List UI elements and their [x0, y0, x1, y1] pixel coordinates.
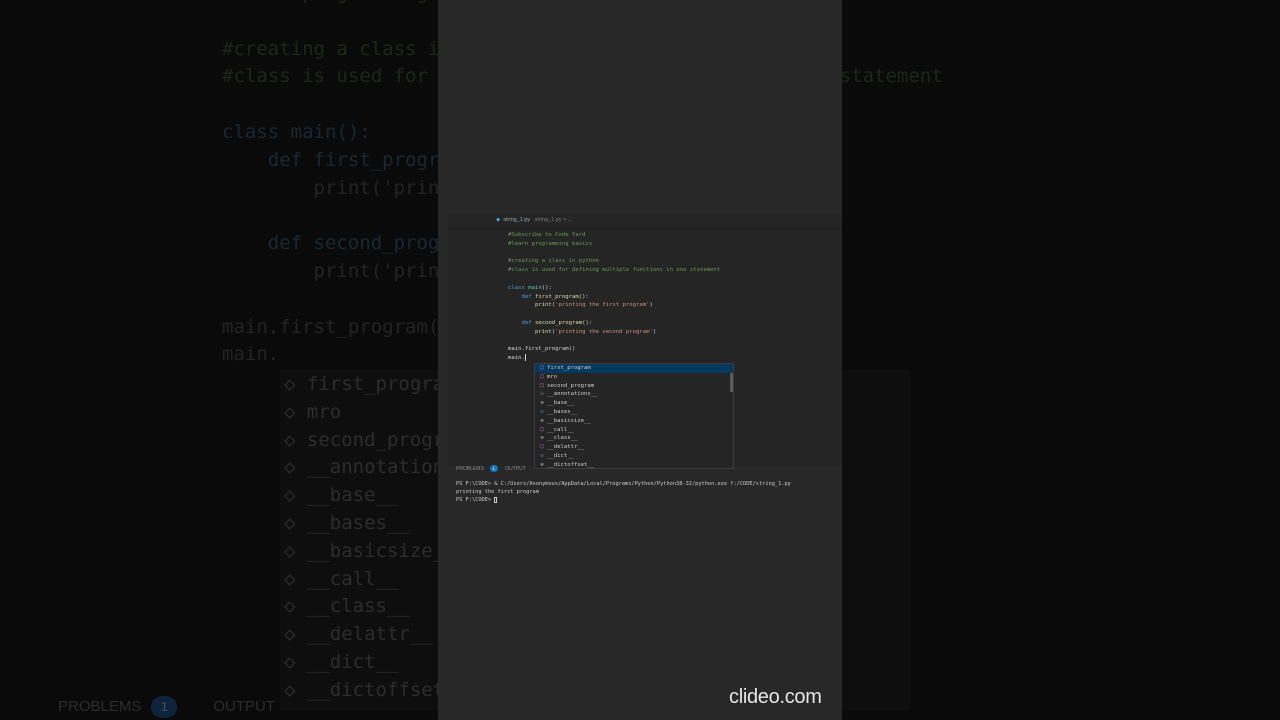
breadcrumb: string_1.py > ... — [534, 217, 573, 223]
wrench-icon: ⚒ — [540, 435, 544, 442]
wrench-icon: ⚒ — [540, 400, 544, 407]
panel-tabs: PROBLEMS 1 OUTPUT — [456, 465, 836, 475]
watermark: clideo.com — [729, 686, 822, 708]
suggestion-item-call[interactable]: ⬡ __call__ — [535, 426, 733, 435]
code-line[interactable]: def first_program(): — [508, 293, 838, 302]
suggestion-item-mro[interactable]: ⬡ mro — [535, 373, 733, 382]
cube-icon: ⬡ — [539, 444, 545, 451]
code-content[interactable]: #Subscribe to Code Yard #learn programmin… — [508, 231, 838, 363]
python-file-icon: ◆ — [496, 217, 501, 223]
field-icon: ⚇ — [540, 452, 544, 459]
suggestion-item-first-program[interactable]: ⬡ first_program — [535, 364, 733, 373]
code-line[interactable]: main.first_program() — [508, 345, 838, 354]
suggestion-item-base[interactable]: ⚒ __base__ — [535, 399, 733, 408]
cube-icon: ⬡ — [539, 373, 545, 380]
autocomplete-dropdown[interactable]: ⬡ first_program ⬡ mro ⬡ second_program ⚇ __anno… — [534, 363, 734, 469]
code-line[interactable] — [508, 337, 838, 346]
terminal-line: printing the first program — [456, 489, 539, 495]
suggestion-item-dict[interactable]: ⚇ __dict__ — [535, 452, 733, 461]
code-line[interactable]: def second_program(): — [508, 319, 838, 328]
cube-icon: ⬡ — [539, 365, 545, 371]
suggestion-label: first_program — [547, 365, 591, 371]
cube-icon: ⬡ — [539, 426, 545, 433]
suggestion-item-annotations[interactable]: ⚇ __annotations__ — [535, 390, 733, 399]
tab-label: string_1.py — [503, 217, 531, 223]
suggestion-label: __dict__ — [547, 452, 574, 459]
suggestion-label: __annotations__ — [547, 391, 598, 398]
tab-output[interactable]: OUTPUT — [505, 466, 526, 472]
suggestion-label: __bases__ — [547, 408, 578, 415]
suggestion-item-delattr[interactable]: ⬡ __delattr__ — [535, 443, 733, 452]
code-line[interactable]: #Subscribe to Code Yard — [508, 231, 838, 240]
suggestion-label: __base__ — [547, 400, 574, 407]
code-line[interactable] — [508, 249, 838, 258]
problems-badge: 1 — [489, 465, 498, 472]
video-frame: ◆ string_1.py string_1.py > ... #Subscrib… — [438, 0, 842, 720]
tab-string-1[interactable]: ◆ string_1.py string_1.py > ... — [496, 217, 572, 223]
terminal-output[interactable]: PS F:\CODE> & C:/Users/Anonymous/AppData… — [456, 480, 836, 504]
suggestion-label: __call__ — [547, 426, 574, 433]
suggestion-label: __basicsize__ — [547, 417, 591, 424]
suggestion-label: __class__ — [547, 435, 578, 442]
suggestion-item-class[interactable]: ⚒ __class__ — [535, 434, 733, 443]
suggestion-label: second_program — [547, 382, 595, 389]
text-caret — [524, 354, 526, 362]
code-line[interactable]: class main(): — [508, 284, 838, 293]
code-line[interactable]: #learn programming basics — [508, 240, 838, 249]
code-line[interactable]: print('printing the second program') — [508, 328, 838, 337]
code-line[interactable]: #class is used for defining multiple fun… — [508, 266, 838, 275]
field-icon: ⚇ — [540, 391, 544, 398]
code-line[interactable]: main. — [508, 354, 838, 363]
suggestion-item-bases[interactable]: ⚇ __bases__ — [535, 408, 733, 417]
code-line[interactable] — [508, 275, 838, 284]
suggestion-label: mro — [547, 373, 558, 380]
field-icon: ⚇ — [540, 408, 544, 415]
code-line[interactable] — [508, 310, 838, 319]
suggestion-item-second-program[interactable]: ⬡ second_program — [535, 382, 733, 391]
wrench-icon: ⚒ — [540, 417, 544, 424]
code-editor[interactable]: ◆ string_1.py string_1.py > ... #Subscrib… — [448, 214, 842, 469]
tab-problems[interactable]: PROBLEMS — [456, 466, 484, 472]
editor-tabbar: ◆ string_1.py string_1.py > ... — [448, 214, 842, 230]
suggestion-item-basicsize[interactable]: ⚒ __basicsize__ — [535, 417, 733, 426]
terminal-line: PS F:\CODE> — [456, 496, 836, 504]
cube-icon: ⬡ — [539, 382, 545, 389]
code-line[interactable]: print('printing the first program') — [508, 301, 838, 310]
code-line[interactable]: #creating a class in python — [508, 257, 838, 266]
terminal-cursor — [494, 496, 498, 503]
terminal-line: PS F:\CODE> & C:/Users/Anonymous/AppData… — [456, 481, 791, 487]
suggestion-label: __delattr__ — [547, 444, 585, 451]
